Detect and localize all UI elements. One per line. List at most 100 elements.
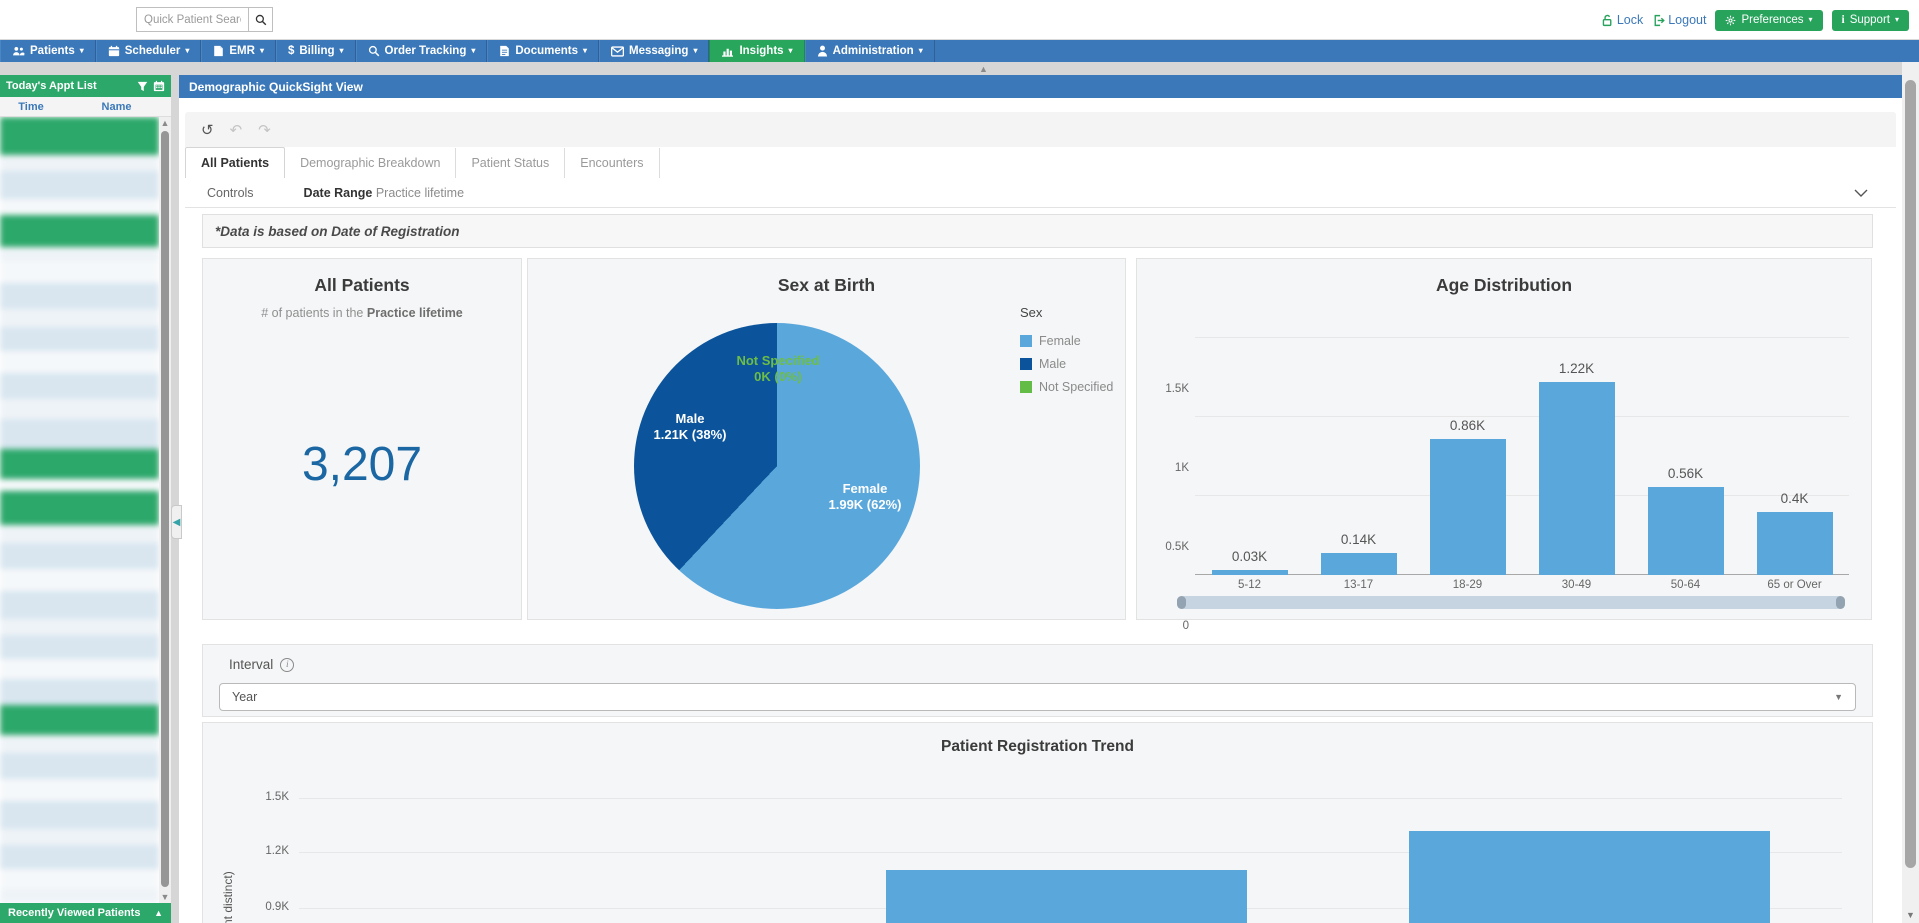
appt-row-blurred[interactable]: [0, 779, 159, 801]
nav-item-order-tracking[interactable]: Order Tracking▾: [356, 40, 488, 62]
search-button[interactable]: [248, 7, 273, 32]
pie-label-male: Male 1.21K (38%): [610, 411, 770, 443]
appt-row-blurred[interactable]: [0, 889, 159, 903]
appt-row-blurred[interactable]: [0, 351, 159, 373]
appt-row-blurred[interactable]: [0, 373, 159, 399]
appt-row-blurred[interactable]: [0, 829, 159, 845]
sidebar-collapse-handle[interactable]: ◀: [171, 505, 182, 539]
age-bar[interactable]: [1539, 382, 1615, 575]
appt-row-blurred[interactable]: [0, 399, 159, 419]
appt-row-blurred[interactable]: [0, 261, 159, 283]
appt-row-blurred[interactable]: [0, 247, 159, 261]
chevron-down-icon: ▾: [1808, 16, 1812, 24]
preferences-button[interactable]: Preferences ▾: [1715, 10, 1822, 31]
date-range-control[interactable]: Date Range Practice lifetime: [304, 186, 465, 200]
appt-row-blurred[interactable]: [0, 491, 159, 525]
scroll-down-icon[interactable]: ▼: [1902, 908, 1919, 922]
nav-item-administration[interactable]: Administration▾: [805, 40, 935, 62]
calendar-icon[interactable]: [153, 80, 165, 92]
info-icon[interactable]: i: [280, 658, 294, 672]
appt-row-blurred[interactable]: [0, 869, 159, 889]
main-scroll-thumb[interactable]: [1905, 80, 1916, 868]
appt-row-blurred[interactable]: [0, 619, 159, 635]
appt-row-blurred[interactable]: [0, 753, 159, 779]
support-button[interactable]: i Support ▾: [1832, 10, 1910, 31]
redo-icon[interactable]: ↷: [258, 121, 271, 139]
reset-icon[interactable]: ↺: [201, 121, 214, 139]
appt-row-blurred[interactable]: [0, 117, 159, 155]
appt-row-blurred[interactable]: [0, 479, 159, 491]
legend-item[interactable]: Not Specified: [1020, 380, 1113, 394]
appt-row-blurred[interactable]: [0, 525, 159, 543]
appt-row-blurred[interactable]: [0, 327, 159, 351]
expand-up-icon: ▲: [154, 908, 163, 918]
nav-item-messaging[interactable]: Messaging▾: [599, 40, 709, 62]
interval-select[interactable]: Year ▼: [219, 683, 1856, 711]
age-bar[interactable]: [1648, 487, 1724, 575]
nav-item-insights[interactable]: Insights▾: [709, 40, 804, 62]
tab-patient-status[interactable]: Patient Status: [456, 148, 565, 178]
appt-row-blurred[interactable]: [0, 705, 159, 735]
nav-item-documents[interactable]: Documents▾: [487, 40, 599, 62]
scrollbar-right-cap[interactable]: [1836, 596, 1845, 609]
appt-row-blurred[interactable]: [0, 591, 159, 619]
appt-row-blurred[interactable]: [0, 845, 159, 869]
age-bar[interactable]: [1757, 512, 1833, 575]
undo-icon[interactable]: ↶: [230, 121, 243, 139]
appt-row-blurred[interactable]: [0, 309, 159, 327]
recently-viewed-patients-bar[interactable]: Recently Viewed Patients ▲: [0, 903, 171, 923]
nav-item-billing[interactable]: $ Billing▾: [276, 40, 356, 62]
trend-bar[interactable]: [1409, 831, 1770, 923]
appt-row-blurred[interactable]: [0, 449, 159, 479]
controls-collapse-chevron-icon[interactable]: [1854, 189, 1868, 197]
age-bar[interactable]: [1321, 553, 1397, 575]
pie-label-female: Female 1.99K (62%): [785, 481, 945, 513]
appt-rows-blurred[interactable]: [0, 117, 159, 903]
sidebar-scrollbar[interactable]: ▲ ▼: [159, 117, 171, 903]
scroll-up-icon[interactable]: ▲: [159, 117, 171, 129]
appt-row-blurred[interactable]: [0, 155, 159, 171]
nav-item-scheduler[interactable]: Scheduler▾: [96, 40, 202, 62]
kpi-value[interactable]: 3,207: [203, 437, 521, 492]
tab-all-patients[interactable]: All Patients: [185, 147, 285, 178]
lock-button[interactable]: Lock: [1601, 13, 1643, 27]
appt-row-blurred[interactable]: [0, 635, 159, 659]
chevron-down-icon: ▾: [1895, 16, 1899, 24]
trend-title: Patient Registration Trend: [203, 738, 1872, 756]
calendar-icon: [108, 45, 120, 57]
appt-row-blurred[interactable]: [0, 659, 159, 679]
age-chart-horizontal-scrollbar[interactable]: [1177, 596, 1845, 609]
scroll-down-icon[interactable]: ▼: [159, 891, 171, 903]
appt-row-blurred[interactable]: [0, 569, 159, 591]
legend-label: Male: [1039, 357, 1066, 371]
logout-button[interactable]: Logout: [1652, 13, 1706, 27]
preferences-label: Preferences: [1741, 14, 1803, 26]
trend-bar[interactable]: [886, 870, 1247, 923]
legend-item[interactable]: Male: [1020, 357, 1113, 371]
appt-row-blurred[interactable]: [0, 171, 159, 199]
panel-collapse-up-icon[interactable]: ▲: [979, 64, 988, 74]
tab-demographic-breakdown[interactable]: Demographic Breakdown: [285, 148, 456, 178]
appointments-sidebar: Today's Appt List Time Name ▲ ▼ Recently…: [0, 75, 171, 923]
scrollbar-left-cap[interactable]: [1177, 596, 1186, 609]
main-scrollbar[interactable]: ▼: [1902, 62, 1919, 923]
lock-icon: [1601, 14, 1614, 27]
nav-item-patients[interactable]: Patients▾: [0, 40, 96, 62]
nav-item-emr[interactable]: EMR▾: [201, 40, 276, 62]
appt-row-blurred[interactable]: [0, 543, 159, 569]
tab-encounters[interactable]: Encounters: [565, 148, 659, 178]
appt-row-blurred[interactable]: [0, 283, 159, 309]
age-bar[interactable]: [1212, 570, 1288, 575]
age-bar[interactable]: [1430, 439, 1506, 575]
filter-icon[interactable]: [137, 81, 148, 92]
search-input[interactable]: [136, 7, 248, 32]
appt-row-blurred[interactable]: [0, 735, 159, 753]
appt-row-blurred[interactable]: [0, 419, 159, 449]
legend-item[interactable]: Female: [1020, 334, 1113, 348]
sidebar-scroll-thumb[interactable]: [161, 131, 169, 887]
trend-ytick: 1.5K: [243, 791, 289, 803]
appt-row-blurred[interactable]: [0, 801, 159, 829]
appt-row-blurred[interactable]: [0, 215, 159, 247]
appt-row-blurred[interactable]: [0, 199, 159, 215]
appt-row-blurred[interactable]: [0, 679, 159, 705]
